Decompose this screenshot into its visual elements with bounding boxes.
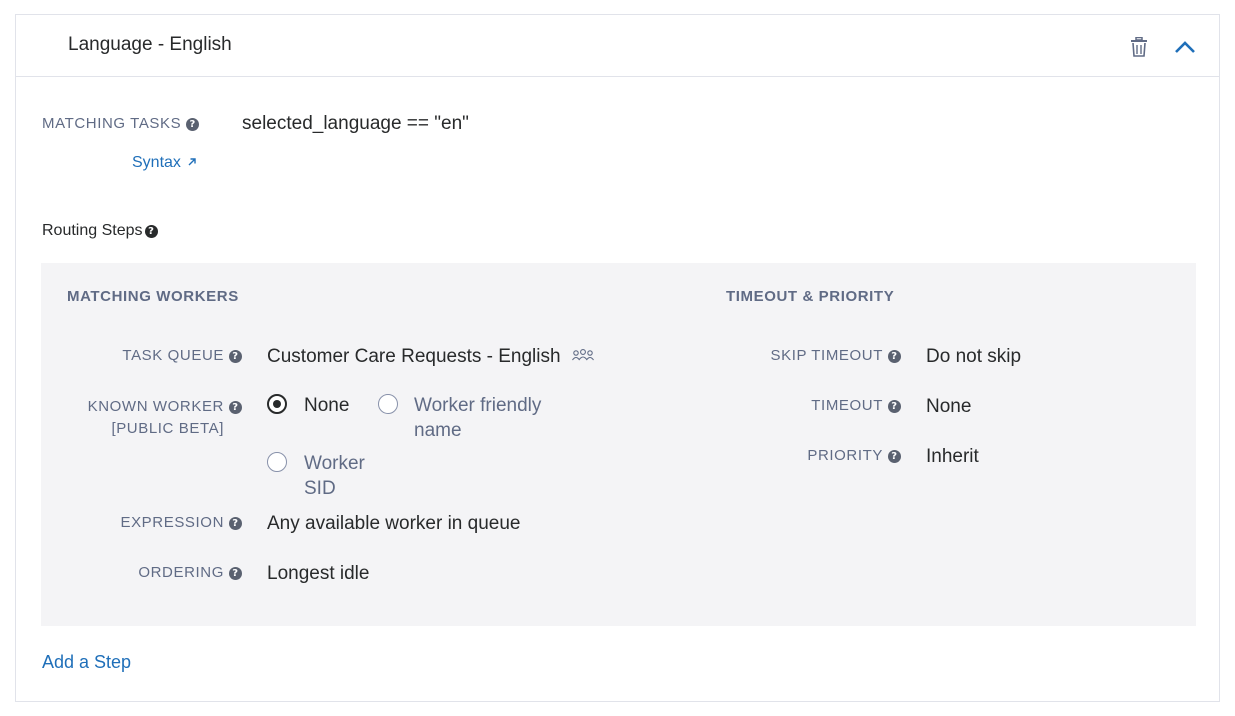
help-icon[interactable]: ? (186, 118, 200, 131)
routing-step-panel: MATCHING WORKERS TIMEOUT & PRIORITY TASK… (41, 263, 1196, 626)
collapse-filter-button[interactable] (1173, 35, 1197, 59)
add-step-link[interactable]: Add a Step (42, 652, 131, 673)
ordering-label: ORDERING? (138, 564, 242, 581)
chevron-up-icon (1175, 41, 1195, 53)
help-icon[interactable]: ? (888, 350, 901, 363)
known-worker-option-friendly-name[interactable]: Worker friendly name (414, 393, 541, 443)
workflow-filter-card: Language - English MATCHING TASKS? selec… (15, 14, 1220, 702)
help-icon[interactable]: ? (229, 350, 242, 363)
expression-value[interactable]: Any available worker in queue (267, 513, 521, 535)
task-queue-value[interactable]: Customer Care Requests - English (267, 346, 594, 368)
task-queue-label: TASK QUEUE? (122, 347, 242, 364)
matching-tasks-label: MATCHING TASKS? (42, 115, 200, 132)
priority-value[interactable]: Inherit (926, 446, 979, 468)
routing-steps-label: Routing Steps? (42, 222, 158, 240)
help-icon[interactable]: ? (888, 400, 901, 413)
known-worker-radio-sid[interactable] (267, 452, 287, 472)
skip-timeout-label: SKIP TIMEOUT? (770, 347, 901, 364)
delete-filter-button[interactable] (1127, 35, 1151, 59)
known-worker-option-sid[interactable]: Worker SID (304, 451, 365, 501)
known-worker-radio-none[interactable] (267, 394, 287, 414)
known-worker-option-none[interactable]: None (304, 393, 349, 418)
timeout-label: TIMEOUT? (811, 397, 901, 414)
priority-label: PRIORITY? (807, 447, 901, 464)
known-worker-radio-friendly-name[interactable] (378, 394, 398, 414)
syntax-link[interactable]: Syntax (132, 154, 197, 172)
expression-label: EXPRESSION? (120, 514, 242, 531)
skip-timeout-value[interactable]: Do not skip (926, 346, 1021, 368)
timeout-value[interactable]: None (926, 396, 971, 418)
help-icon[interactable]: ? (888, 450, 901, 463)
external-arrow-icon (188, 158, 197, 166)
queue-workers-icon (571, 349, 594, 361)
trash-icon (1131, 37, 1147, 57)
known-worker-label: KNOWN WORKER? [PUBLIC BETA] (88, 396, 242, 440)
help-icon[interactable]: ? (229, 401, 242, 414)
help-icon[interactable]: ? (229, 567, 242, 580)
help-icon[interactable]: ? (144, 225, 158, 238)
timeout-priority-heading: TIMEOUT & PRIORITY (726, 288, 895, 305)
help-icon[interactable]: ? (229, 517, 242, 530)
ordering-value[interactable]: Longest idle (267, 563, 369, 585)
matching-tasks-expression[interactable]: selected_language == "en" (242, 113, 469, 135)
filter-title: Language - English (68, 34, 232, 55)
matching-workers-heading: MATCHING WORKERS (67, 288, 239, 305)
card-header[interactable]: Language - English (16, 15, 1219, 77)
